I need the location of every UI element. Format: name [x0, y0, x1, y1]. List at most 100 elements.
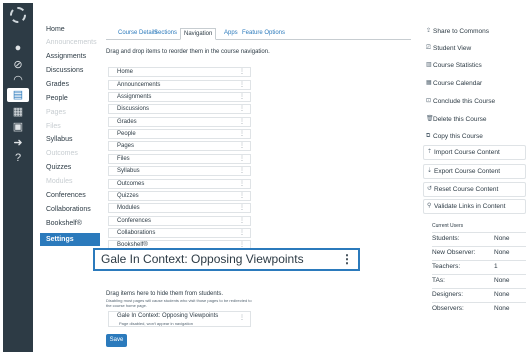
drag-handle-icon[interactable]: ⋮	[239, 314, 245, 321]
courses-icon[interactable]: ▤	[7, 88, 29, 102]
course-nav-announcements[interactable]: Announcements	[46, 39, 97, 46]
course-statistics-button[interactable]: ▥ Course Statistics	[423, 58, 526, 73]
tab-course-details[interactable]: Course Details	[118, 28, 157, 40]
button-label: Import Course Content	[434, 149, 500, 156]
export-course-content-button[interactable]: ⇣ Export Course Content	[423, 164, 526, 179]
stats-icon: ▥	[426, 62, 432, 68]
hidden-nav-item[interactable]: Gale In Context: Opposing Viewpoints Pag…	[108, 311, 251, 327]
settings-tabs: Course Details Sections Navigation Apps …	[106, 28, 411, 40]
help-icon[interactable]: ?	[11, 151, 25, 165]
nav-list-item-collaborations[interactable]: Collaborations ⋮	[108, 228, 251, 238]
course-nav-home[interactable]: Home	[46, 26, 65, 33]
import-course-content-button[interactable]: ⇡ Import Course Content	[423, 145, 526, 160]
tab-feature-options[interactable]: Feature Options	[242, 28, 285, 40]
user-count-row: Teachers: 1	[432, 260, 526, 273]
user-role: Observers:	[432, 305, 464, 312]
nav-list-item-modules[interactable]: Modules ⋮	[108, 203, 251, 213]
drag-handle-icon[interactable]: ⋮	[239, 192, 245, 201]
drag-handle-icon[interactable]: ⋮	[239, 229, 245, 238]
nav-item-label: Conferences	[117, 218, 152, 224]
copy-icon: ⧉	[426, 133, 431, 139]
drag-handle-icon[interactable]: ⋮	[239, 130, 245, 139]
course-nav-bookshelf[interactable]: Bookshelf®	[46, 220, 82, 227]
drag-handle-icon[interactable]: ⋮	[239, 142, 245, 151]
drag-handle-icon[interactable]: ⋮	[239, 217, 245, 226]
admin-icon[interactable]: ⊘	[11, 58, 25, 72]
canvas-window: ● ⊘ ◠ ▤ ▦ ▣ ➜ ? Home Announcements Assig…	[0, 0, 532, 358]
reset-course-content-button[interactable]: ↺ Reset Course Content	[423, 182, 526, 197]
drag-handle-icon[interactable]: ⋮	[239, 68, 245, 77]
course-nav-quizzes[interactable]: Quizzes	[46, 164, 71, 171]
logo-icon[interactable]	[10, 7, 26, 23]
account-icon[interactable]: ●	[11, 41, 25, 55]
dashboard-icon[interactable]: ◠	[11, 73, 25, 87]
commons-icon[interactable]: ➜	[11, 136, 25, 150]
user-count-row: Observers: None	[432, 302, 526, 315]
nav-list-item-outcomes[interactable]: Outcomes ⋮	[108, 179, 251, 189]
nav-item-label: People	[117, 131, 136, 137]
course-nav-grades[interactable]: Grades	[46, 81, 69, 88]
validate-links-button[interactable]: ⚲ Validate Links in Content	[423, 199, 526, 214]
dragged-item-label: Gale In Context: Opposing Viewpoints	[101, 252, 304, 266]
course-nav-people[interactable]: People	[46, 95, 68, 102]
drag-handle-icon[interactable]: ⋮	[239, 81, 245, 90]
nav-item-label: Announcements	[117, 82, 161, 88]
student-view-button[interactable]: ⎚ Student View	[423, 41, 526, 56]
nav-list-item-syllabus[interactable]: Syllabus ⋮	[108, 166, 251, 176]
course-nav-files[interactable]: Files	[46, 123, 61, 130]
nav-item-label: Files	[117, 156, 130, 162]
drag-handle-icon[interactable]: ⋮	[239, 167, 245, 176]
delete-course-button[interactable]: 🗑 Delete this Course	[423, 112, 526, 127]
drag-handle-icon[interactable]: ⋮	[239, 118, 245, 127]
drag-handle-icon[interactable]: ⋮	[341, 250, 353, 269]
user-count: 1	[494, 263, 498, 270]
save-button[interactable]: Save	[106, 334, 127, 347]
inbox-icon[interactable]: ▣	[11, 120, 25, 134]
import-icon: ⇡	[427, 149, 433, 155]
nav-list-item-quizzes[interactable]: Quizzes ⋮	[108, 191, 251, 201]
dragged-nav-item[interactable]: Gale In Context: Opposing Viewpoints ⋮	[93, 248, 360, 271]
course-nav-conferences[interactable]: Conferences	[46, 192, 86, 199]
nav-item-label: Collaborations	[117, 230, 156, 236]
drag-handle-icon[interactable]: ⋮	[239, 155, 245, 164]
course-nav-pages[interactable]: Pages	[46, 109, 66, 116]
calendar-icon[interactable]: ▦	[11, 105, 25, 119]
nav-list-item-files[interactable]: Files ⋮	[108, 154, 251, 164]
copy-course-button[interactable]: ⧉ Copy this Course	[423, 129, 526, 144]
course-nav-outcomes[interactable]: Outcomes	[46, 150, 78, 157]
tab-apps[interactable]: Apps	[224, 28, 238, 40]
link-icon: ⚲	[427, 203, 432, 209]
course-nav-settings[interactable]: Settings	[40, 233, 100, 246]
button-label: Validate Links in Content	[434, 203, 506, 210]
share-to-commons-button[interactable]: ⇪ Share to Commons	[423, 24, 526, 39]
nav-list-item-pages[interactable]: Pages ⋮	[108, 141, 251, 151]
hidden-items-heading: Drag items here to hide them from studen…	[106, 291, 224, 297]
nav-list-item-discussions[interactable]: Discussions ⋮	[108, 104, 251, 114]
nav-list-item-announcements[interactable]: Announcements ⋮	[108, 80, 251, 90]
reset-icon: ↺	[427, 186, 433, 192]
course-nav-assignments[interactable]: Assignments	[46, 53, 86, 60]
lock-icon: ⊡	[426, 98, 432, 104]
user-count: None	[494, 235, 510, 242]
button-label: Export Course Content	[434, 168, 501, 175]
tab-sections[interactable]: Sections	[154, 28, 177, 40]
nav-list-item-assignments[interactable]: Assignments ⋮	[108, 92, 251, 102]
user-count: None	[494, 249, 510, 256]
user-role: Teachers:	[432, 263, 461, 270]
nav-list-item-home[interactable]: Home ⋮	[108, 67, 251, 77]
course-calendar-button[interactable]: ▦ Course Calendar	[423, 76, 526, 91]
nav-list-item-conferences[interactable]: Conferences ⋮	[108, 216, 251, 226]
drag-handle-icon[interactable]: ⋮	[239, 204, 245, 213]
course-nav-modules[interactable]: Modules	[46, 178, 72, 185]
drag-handle-icon[interactable]: ⋮	[239, 93, 245, 102]
nav-list-item-people[interactable]: People ⋮	[108, 129, 251, 139]
drag-handle-icon[interactable]: ⋮	[239, 180, 245, 189]
drag-handle-icon[interactable]: ⋮	[239, 105, 245, 114]
course-nav-discussions[interactable]: Discussions	[46, 67, 83, 74]
nav-list-item-grades[interactable]: Grades ⋮	[108, 117, 251, 127]
course-nav-collaborations[interactable]: Collaborations	[46, 206, 91, 213]
nav-item-label: Quizzes	[117, 193, 139, 199]
tab-navigation[interactable]: Navigation	[180, 28, 217, 40]
course-nav-syllabus[interactable]: Syllabus	[46, 136, 72, 143]
conclude-course-button[interactable]: ⊡ Conclude this Course	[423, 94, 526, 109]
